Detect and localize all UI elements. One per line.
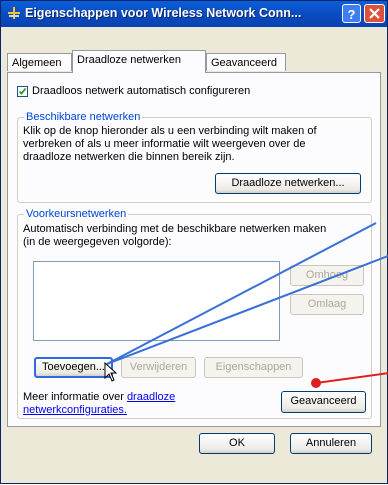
preferred-desc-line-1: Automatisch verbinding met de beschikbar… [23, 223, 327, 235]
network-connection-icon [8, 7, 20, 19]
available-networks-group: Beschikbare netwerken Klik op de knop hi… [17, 111, 372, 203]
tab-algemeen[interactable]: Algemeen [7, 53, 72, 71]
available-networks-title: Beschikbare netwerken [24, 111, 143, 123]
add-button[interactable]: Toevoegen... [34, 357, 113, 378]
properties-button[interactable]: Eigenschappen [204, 357, 303, 378]
config-link-part-2[interactable]: netwerkconfiguraties. [23, 404, 127, 417]
mouse-cursor-icon [104, 362, 118, 382]
available-desc-line-3: draadloze netwerken die binnen bereik zi… [23, 151, 235, 163]
config-link-part-1[interactable]: draadloze [127, 391, 175, 403]
cancel-button[interactable]: Annuleren [290, 433, 372, 454]
window-title: Eigenschappen voor Wireless Network Conn… [25, 6, 302, 20]
help-button[interactable]: ? [342, 4, 361, 23]
auto-config-checkbox[interactable] [17, 86, 28, 97]
close-icon [369, 8, 380, 19]
move-down-button[interactable]: Omlaag [290, 294, 364, 315]
available-desc-line-2: verbreken of als u meer informatie wilt … [23, 138, 306, 150]
advanced-button[interactable]: Geavanceerd [281, 391, 366, 413]
more-info-prefix: Meer informatie over [23, 391, 127, 403]
tab-geavanceerd[interactable]: Geavanceerd [206, 53, 286, 71]
available-desc-line-1: Klik op de knop hieronder als u een verb… [23, 125, 317, 137]
close-button[interactable] [364, 4, 385, 23]
tab-panel: Draadloos netwerk automatisch configurer… [7, 72, 381, 427]
ok-button[interactable]: OK [199, 433, 275, 454]
preferred-networks-list[interactable] [33, 261, 280, 341]
more-info-text: Meer informatie over draadloze [23, 391, 175, 404]
remove-button[interactable]: Verwijderen [121, 357, 196, 378]
move-up-button[interactable]: Omhoog [290, 265, 364, 286]
title-bar[interactable]: Eigenschappen voor Wireless Network Conn… [1, 1, 387, 27]
preferred-networks-group: Voorkeursnetwerken Automatisch verbindin… [17, 208, 372, 419]
auto-config-label: Draadloos netwerk automatisch configurer… [32, 85, 251, 97]
preferred-networks-title: Voorkeursnetwerken [24, 208, 129, 220]
wireless-networks-button[interactable]: Draadloze netwerken... [215, 173, 361, 194]
checkmark-icon [18, 87, 27, 95]
properties-dialog: Eigenschappen voor Wireless Network Conn… [0, 0, 388, 484]
tab-draadloze-netwerken[interactable]: Draadloze netwerken [72, 50, 206, 73]
preferred-desc-line-2: (in de weergegeven volgorde): [23, 236, 172, 248]
